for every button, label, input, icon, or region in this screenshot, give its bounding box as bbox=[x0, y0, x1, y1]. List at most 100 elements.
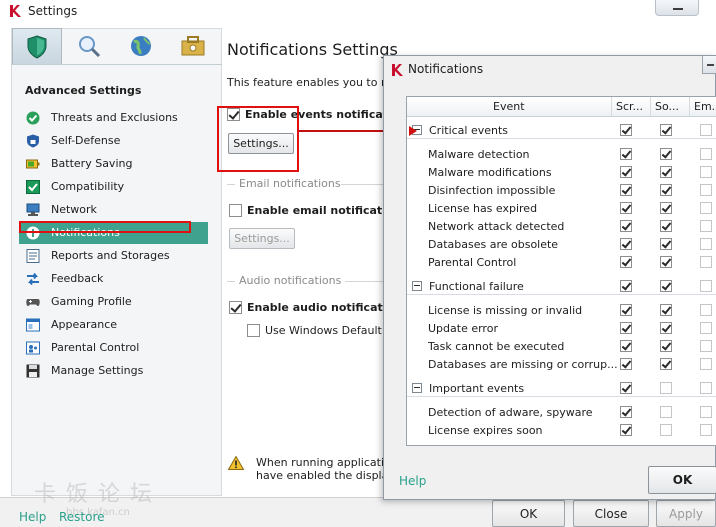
group-row[interactable]: Critical events bbox=[407, 121, 716, 139]
screen-checkbox[interactable] bbox=[620, 148, 632, 160]
collapse-toggle-icon[interactable] bbox=[412, 281, 422, 291]
email-checkbox[interactable] bbox=[700, 166, 712, 178]
screen-checkbox[interactable] bbox=[620, 184, 632, 196]
sidebar-item-label: Network bbox=[51, 203, 97, 216]
screen-checkbox[interactable] bbox=[620, 424, 632, 436]
sound-checkbox[interactable] bbox=[660, 124, 672, 136]
event-row[interactable]: Disinfection impossible bbox=[407, 181, 716, 199]
sound-checkbox[interactable] bbox=[660, 358, 672, 370]
tab-settings[interactable] bbox=[168, 28, 218, 64]
screen-checkbox[interactable] bbox=[620, 166, 632, 178]
screen-checkbox[interactable] bbox=[620, 358, 632, 370]
email-checkbox[interactable] bbox=[700, 184, 712, 196]
sidebar-item-feedback[interactable]: Feedback bbox=[19, 268, 208, 290]
event-row[interactable]: Malware detection bbox=[407, 145, 716, 163]
sound-checkbox[interactable] bbox=[660, 280, 672, 292]
sound-checkbox[interactable] bbox=[660, 382, 672, 394]
email-checkbox[interactable] bbox=[700, 406, 712, 418]
screen-checkbox[interactable] bbox=[620, 340, 632, 352]
email-checkbox[interactable] bbox=[700, 256, 712, 268]
event-row[interactable]: Parental Control bbox=[407, 253, 716, 271]
sidebar-item-gaming[interactable]: Gaming Profile bbox=[19, 291, 208, 313]
event-row[interactable]: Databases are missing or corrup... bbox=[407, 355, 716, 373]
sidebar-item-network[interactable]: Network bbox=[19, 199, 208, 221]
sidebar-item-reports[interactable]: Reports and Storages bbox=[19, 245, 208, 267]
screen-checkbox[interactable] bbox=[620, 124, 632, 136]
screen-checkbox[interactable] bbox=[620, 256, 632, 268]
screen-checkbox[interactable] bbox=[620, 202, 632, 214]
sound-checkbox[interactable] bbox=[660, 256, 672, 268]
email-checkbox[interactable] bbox=[700, 280, 712, 292]
event-row[interactable]: Task cannot be executed bbox=[407, 337, 716, 355]
tab-protection[interactable] bbox=[12, 28, 62, 64]
email-checkbox[interactable] bbox=[700, 220, 712, 232]
email-checkbox[interactable] bbox=[700, 358, 712, 370]
restore-link[interactable]: Restore bbox=[59, 510, 105, 524]
sound-checkbox[interactable] bbox=[660, 184, 672, 196]
sidebar-item-appearance[interactable]: Appearance bbox=[19, 314, 208, 336]
event-row[interactable]: Update error bbox=[407, 319, 716, 337]
close-button[interactable]: Close bbox=[573, 500, 649, 527]
dialog-minimize-button[interactable] bbox=[702, 56, 716, 74]
event-row[interactable]: License has expired bbox=[407, 199, 716, 217]
email-notification-checkbox[interactable] bbox=[229, 204, 242, 217]
screen-checkbox[interactable] bbox=[620, 322, 632, 334]
sidebar-item-threats[interactable]: Threats and Exclusions bbox=[19, 107, 208, 129]
sidebar-item-self-defense[interactable]: Self-Defense bbox=[19, 130, 208, 152]
email-checkbox[interactable] bbox=[700, 148, 712, 160]
sound-checkbox[interactable] bbox=[660, 148, 672, 160]
group-row[interactable]: Important events bbox=[407, 379, 716, 397]
email-checkbox[interactable] bbox=[700, 304, 712, 316]
dialog-help-link[interactable]: Help bbox=[399, 474, 426, 488]
screen-checkbox[interactable] bbox=[620, 382, 632, 394]
sound-checkbox[interactable] bbox=[660, 304, 672, 316]
sound-checkbox[interactable] bbox=[660, 406, 672, 418]
sound-checkbox[interactable] bbox=[660, 322, 672, 334]
screen-checkbox[interactable] bbox=[620, 238, 632, 250]
event-row[interactable]: Malware modifications bbox=[407, 163, 716, 181]
event-row[interactable]: Network attack detected bbox=[407, 217, 716, 235]
tab-scan[interactable] bbox=[64, 28, 114, 64]
screen-checkbox[interactable] bbox=[620, 304, 632, 316]
email-checkbox[interactable] bbox=[700, 382, 712, 394]
dialog-ok-button[interactable]: OK bbox=[648, 466, 716, 494]
email-checkbox[interactable] bbox=[700, 322, 712, 334]
sound-checkbox[interactable] bbox=[660, 202, 672, 214]
event-row[interactable]: Detection of adware, spyware bbox=[407, 403, 716, 421]
column-sound[interactable]: So... bbox=[655, 100, 683, 113]
email-checkbox[interactable] bbox=[700, 202, 712, 214]
group-row[interactable]: Functional failure bbox=[407, 277, 716, 295]
sidebar-item-compatibility[interactable]: Compatibility bbox=[19, 176, 208, 198]
minimize-button[interactable] bbox=[655, 0, 699, 16]
sidebar-item-manage[interactable]: Manage Settings bbox=[19, 360, 208, 382]
collapse-toggle-icon[interactable] bbox=[412, 383, 422, 393]
column-screen[interactable]: Scr... bbox=[616, 100, 644, 113]
screen-checkbox[interactable] bbox=[620, 220, 632, 232]
event-row[interactable]: Databases are obsolete bbox=[407, 235, 716, 253]
event-row[interactable]: License expires soon bbox=[407, 421, 716, 439]
column-event[interactable]: Event bbox=[493, 100, 525, 113]
email-checkbox[interactable] bbox=[700, 238, 712, 250]
group-label: Functional failure bbox=[429, 280, 524, 293]
help-link[interactable]: Help bbox=[19, 510, 46, 524]
sound-checkbox[interactable] bbox=[660, 238, 672, 250]
sidebar-item-battery[interactable]: Battery Saving bbox=[19, 153, 208, 175]
audio-notification-checkbox[interactable] bbox=[229, 301, 242, 314]
ok-button[interactable]: OK bbox=[492, 500, 565, 527]
screen-checkbox[interactable] bbox=[620, 406, 632, 418]
email-checkbox[interactable] bbox=[700, 124, 712, 136]
sound-checkbox[interactable] bbox=[660, 424, 672, 436]
email-checkbox[interactable] bbox=[700, 340, 712, 352]
email-checkbox[interactable] bbox=[700, 424, 712, 436]
tab-update[interactable] bbox=[116, 28, 166, 64]
email-settings-button[interactable]: Settings... bbox=[229, 228, 295, 249]
screen-checkbox[interactable] bbox=[620, 280, 632, 292]
windows-default-checkbox[interactable] bbox=[247, 324, 260, 337]
sidebar-item-parental[interactable]: Parental Control bbox=[19, 337, 208, 359]
event-row[interactable]: License is missing or invalid bbox=[407, 301, 716, 319]
sound-checkbox[interactable] bbox=[660, 166, 672, 178]
column-email[interactable]: Em... bbox=[694, 100, 716, 113]
apply-button[interactable]: Apply bbox=[656, 500, 716, 527]
sound-checkbox[interactable] bbox=[660, 220, 672, 232]
sound-checkbox[interactable] bbox=[660, 340, 672, 352]
